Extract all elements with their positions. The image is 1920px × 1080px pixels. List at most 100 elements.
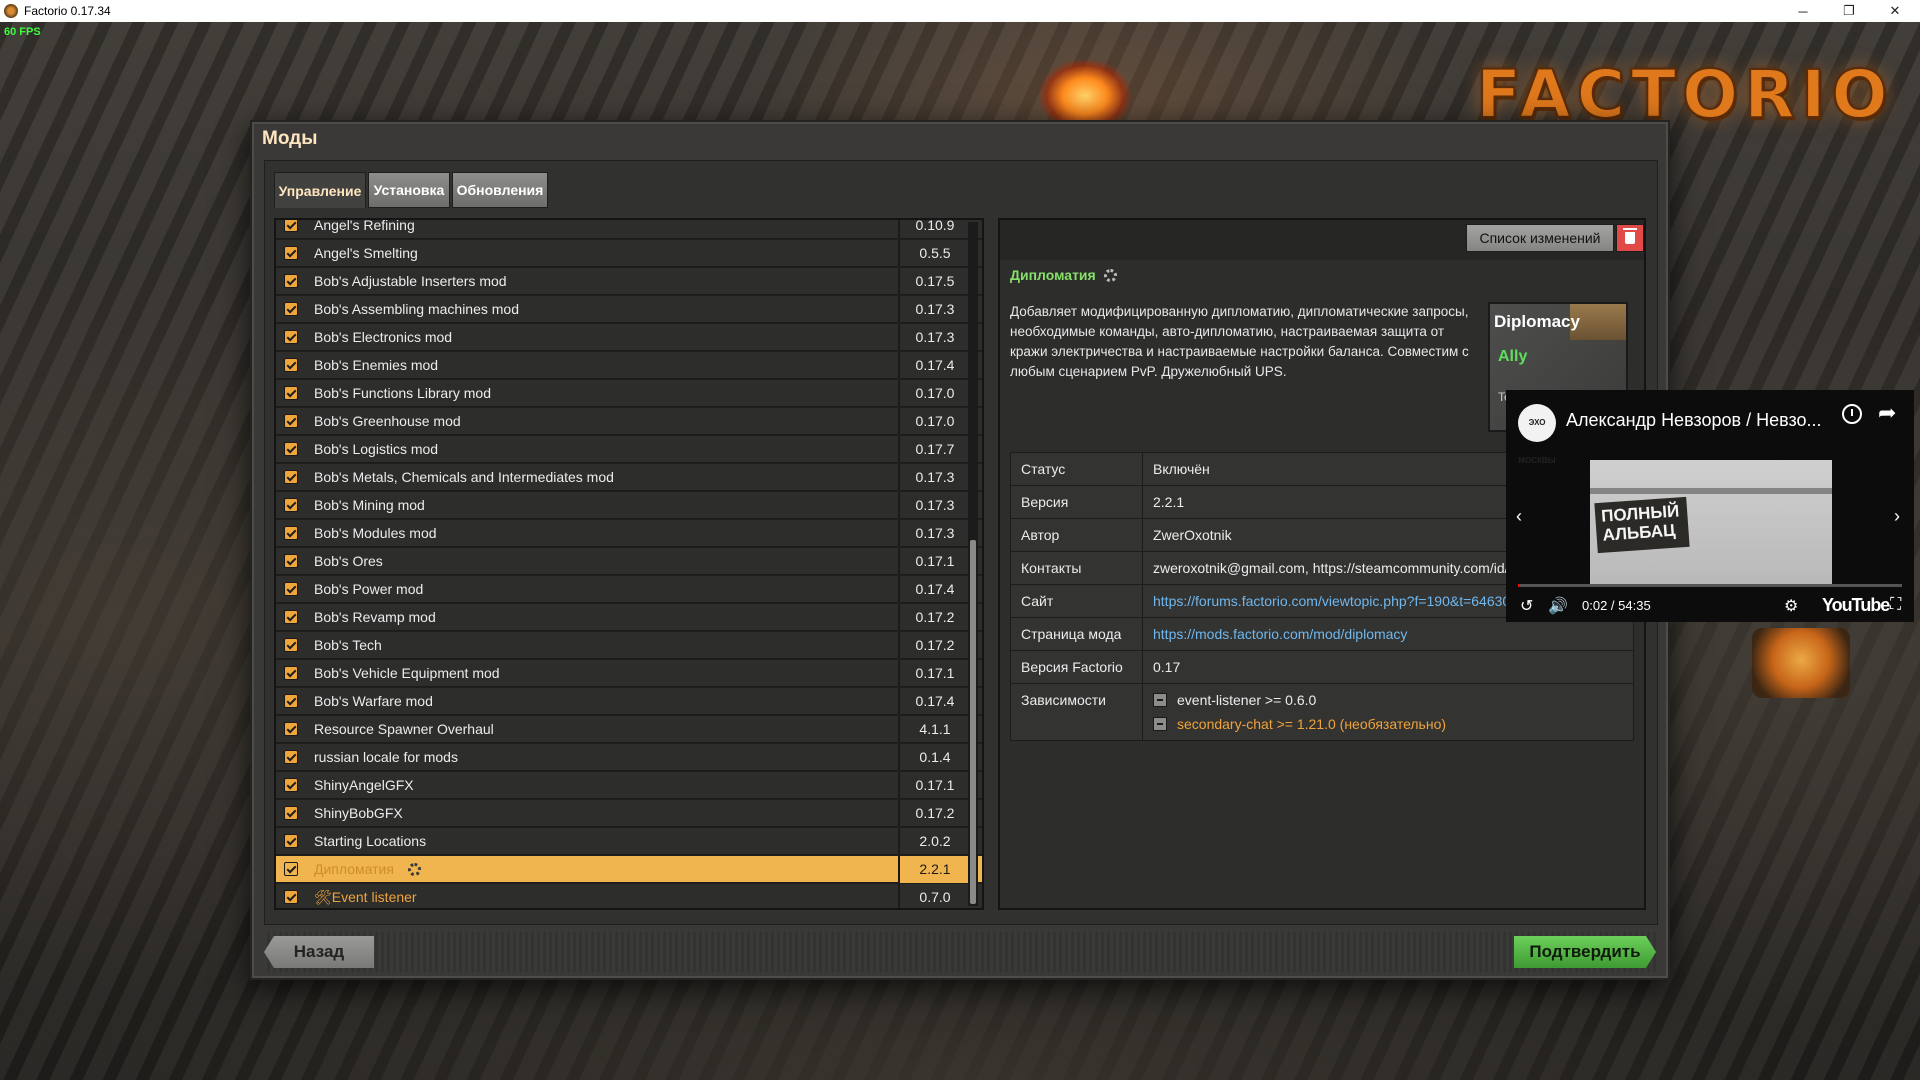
mod-version: 0.17.3 (898, 492, 970, 519)
mod-enabled-checkbox[interactable] (284, 890, 298, 904)
mod-enabled-checkbox[interactable] (284, 862, 298, 876)
expand-icon[interactable] (1153, 717, 1167, 731)
mod-name: Дипломатия (314, 861, 394, 877)
mod-enabled-checkbox[interactable] (284, 414, 298, 428)
mod-row[interactable]: Bob's Assembling machines mod 0.17.3 (276, 296, 982, 323)
mod-version: 2.0.2 (898, 828, 970, 855)
mod-row[interactable]: Bob's Adjustable Inserters mod 0.17.5 (276, 268, 982, 295)
mod-row[interactable]: 🛠Event listener 0.7.0 (276, 884, 982, 908)
settings-icon[interactable]: ⚙ (1784, 596, 1798, 616)
mod-row[interactable]: Bob's Modules mod 0.17.3 (276, 520, 982, 547)
mod-enabled-checkbox[interactable] (284, 442, 298, 456)
info-row: Страница мода https://mods.factorio.com/m… (1011, 618, 1633, 651)
mod-version: 0.17.1 (898, 772, 970, 799)
info-key: Страница мода (1011, 618, 1143, 650)
mod-row[interactable]: Bob's Logistics mod 0.17.7 (276, 436, 982, 463)
volume-icon[interactable]: 🔊 (1548, 596, 1568, 616)
replay-icon[interactable]: ↺ (1520, 596, 1533, 616)
mod-row[interactable]: Resource Spawner Overhaul 4.1.1 (276, 716, 982, 743)
mod-row[interactable]: Bob's Warfare mod 0.17.4 (276, 688, 982, 715)
mod-enabled-checkbox[interactable] (284, 638, 298, 652)
mod-enabled-checkbox[interactable] (284, 274, 298, 288)
mod-name: Bob's Functions Library mod (314, 385, 491, 401)
mod-enabled-checkbox[interactable] (284, 386, 298, 400)
mod-list: Angel's Refining 0.10.9 Angel's Smelting 0.… (274, 218, 984, 910)
dialog-title: Моды (262, 128, 318, 149)
mod-enabled-checkbox[interactable] (284, 220, 298, 232)
info-key: Зависимости (1011, 684, 1143, 740)
video-title[interactable]: Александр Невзоров / Невзо... (1566, 410, 1822, 431)
mod-enabled-checkbox[interactable] (284, 498, 298, 512)
tab-updates[interactable]: Обновления (452, 172, 548, 208)
info-value[interactable]: https://mods.factorio.com/mod/diplomacy (1143, 618, 1633, 650)
video-progress-bar[interactable] (1518, 584, 1902, 587)
mod-row[interactable]: Bob's Mining mod 0.17.3 (276, 492, 982, 519)
mod-version: 0.17.4 (898, 688, 970, 715)
thumbnail-ally: Ally (1498, 348, 1528, 365)
mod-enabled-checkbox[interactable] (284, 722, 298, 736)
mod-row[interactable]: Bob's Functions Library mod 0.17.0 (276, 380, 982, 407)
minimize-button[interactable]: ─ (1780, 0, 1826, 22)
prev-video-icon[interactable]: ‹ (1516, 506, 1522, 527)
mod-row[interactable]: Bob's Ores 0.17.1 (276, 548, 982, 575)
youtube-mini-player[interactable]: ЭХО МОСКВЫ Александр Невзоров / Невзо...… (1506, 390, 1914, 622)
mod-enabled-checkbox[interactable] (284, 806, 298, 820)
mod-name: Bob's Assembling machines mod (314, 301, 519, 317)
close-button[interactable]: ✕ (1872, 0, 1918, 22)
mod-row[interactable]: Angel's Refining 0.10.9 (276, 220, 982, 239)
mod-row[interactable]: Дипломатия 2.2.1 (276, 856, 982, 883)
dependency-item[interactable]: secondary-chat >= 1.21.0 (необязательно) (1153, 712, 1623, 736)
mod-enabled-checkbox[interactable] (284, 358, 298, 372)
changelog-button[interactable]: Список изменений (1466, 224, 1614, 252)
mod-row[interactable]: Bob's Power mod 0.17.4 (276, 576, 982, 603)
mod-row[interactable]: Bob's Greenhouse mod 0.17.0 (276, 408, 982, 435)
youtube-logo[interactable]: YouTube (1822, 595, 1890, 616)
dependency-item[interactable]: event-listener >= 0.6.0 (1153, 688, 1623, 712)
mod-enabled-checkbox[interactable] (284, 330, 298, 344)
mod-row[interactable]: Bob's Electronics mod 0.17.3 (276, 324, 982, 351)
mod-list-scroll-thumb[interactable] (970, 540, 976, 904)
mod-row[interactable]: ShinyBobGFX 0.17.2 (276, 800, 982, 827)
mod-enabled-checkbox[interactable] (284, 750, 298, 764)
mod-enabled-checkbox[interactable] (284, 834, 298, 848)
back-button[interactable]: Назад (264, 936, 374, 968)
mod-enabled-checkbox[interactable] (284, 694, 298, 708)
background-machine (1752, 628, 1850, 698)
mod-row[interactable]: ShinyAngelGFX 0.17.1 (276, 772, 982, 799)
mod-enabled-checkbox[interactable] (284, 778, 298, 792)
mod-enabled-checkbox[interactable] (284, 526, 298, 540)
confirm-button[interactable]: Подтвердить (1514, 936, 1656, 968)
expand-icon[interactable] (1153, 693, 1167, 707)
mod-enabled-checkbox[interactable] (284, 246, 298, 260)
delete-mod-button[interactable] (1616, 224, 1644, 252)
channel-avatar[interactable]: ЭХО МОСКВЫ (1518, 404, 1556, 465)
mod-version: 0.5.5 (898, 240, 970, 267)
watch-later-icon[interactable] (1842, 404, 1862, 424)
mod-row[interactable]: Bob's Revamp mod 0.17.2 (276, 604, 982, 631)
next-video-icon[interactable]: › (1894, 506, 1900, 527)
mod-row[interactable]: Bob's Metals, Chemicals and Intermediate… (276, 464, 982, 491)
tab-install[interactable]: Установка (368, 172, 450, 208)
mod-row[interactable]: Bob's Tech 0.17.2 (276, 632, 982, 659)
video-frame[interactable]: ПОЛНЫЙ АЛЬБАЦ (1590, 460, 1832, 584)
mod-version: 0.1.4 (898, 744, 970, 771)
mod-enabled-checkbox[interactable] (284, 666, 298, 680)
mod-name: ShinyAngelGFX (314, 777, 414, 793)
mod-name: russian locale for mods (314, 749, 458, 765)
mod-name: Starting Locations (314, 833, 427, 849)
mod-row[interactable]: Bob's Vehicle Equipment mod 0.17.1 (276, 660, 982, 687)
maximize-button[interactable]: ❐ (1826, 0, 1872, 22)
fullscreen-icon[interactable]: ⛶ (1890, 596, 1901, 614)
mod-row[interactable]: russian locale for mods 0.1.4 (276, 744, 982, 771)
mod-enabled-checkbox[interactable] (284, 610, 298, 624)
mod-row[interactable]: Angel's Smelting 0.5.5 (276, 240, 982, 267)
mod-enabled-checkbox[interactable] (284, 554, 298, 568)
mod-enabled-checkbox[interactable] (284, 582, 298, 596)
mod-row[interactable]: Bob's Enemies mod 0.17.4 (276, 352, 982, 379)
gear-icon (1103, 269, 1117, 282)
mod-row[interactable]: Starting Locations 2.0.2 (276, 828, 982, 855)
share-icon[interactable]: ➦ (1878, 400, 1896, 426)
tab-manage[interactable]: Управление (274, 172, 366, 208)
mod-enabled-checkbox[interactable] (284, 302, 298, 316)
mod-enabled-checkbox[interactable] (284, 470, 298, 484)
